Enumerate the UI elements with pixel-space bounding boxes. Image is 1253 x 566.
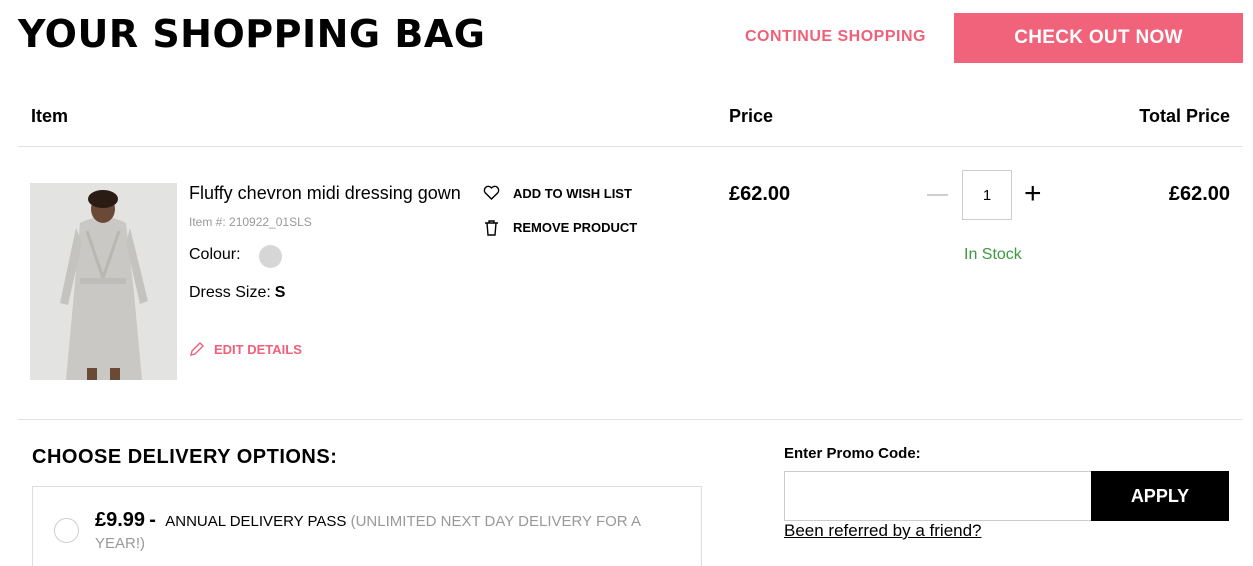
edit-details-label: EDIT DETAILS (214, 341, 302, 357)
quantity-increase-button[interactable]: + (1024, 177, 1042, 211)
total-price: £62.00 (1168, 183, 1230, 205)
heart-icon (483, 185, 500, 200)
colour-label: Colour: (189, 246, 241, 263)
header-divider (18, 146, 1243, 147)
column-header-item: Item (31, 106, 69, 126)
delivery-option-separator: - (149, 509, 156, 531)
check-out-button[interactable]: CHECK OUT NOW (954, 13, 1243, 63)
product-name[interactable]: Fluffy chevron midi dressing gown (189, 183, 461, 204)
dress-size: Dress Size: S (189, 284, 285, 302)
remove-product-button[interactable]: REMOVE PRODUCT (483, 219, 637, 236)
delivery-option-name: ANNUAL DELIVERY PASS (165, 513, 347, 530)
page-title: YOUR SHOPPING BAG (18, 12, 486, 56)
add-to-wish-list-label: ADD TO WISH LIST (513, 185, 632, 201)
delivery-option-price: £9.99 (95, 509, 146, 531)
unit-price: £62.00 (729, 183, 791, 205)
edit-details-link[interactable]: EDIT DETAILS (189, 341, 302, 357)
promo-code-label: Enter Promo Code: (784, 445, 921, 462)
quantity-decrease-button[interactable] (927, 194, 948, 196)
dress-size-label: Dress Size: (189, 284, 271, 301)
column-header-total-price: Total Price (1139, 106, 1230, 126)
product-sku: Item #: 210922_01SLS (189, 215, 312, 229)
quantity-input[interactable]: 1 (962, 170, 1012, 220)
product-photo-graphic (30, 183, 177, 380)
delivery-option-radio[interactable] (54, 518, 79, 543)
dress-size-value: S (274, 284, 286, 301)
continue-shopping-link[interactable]: CONTINUE SHOPPING (745, 28, 926, 46)
delivery-option-text: £9.99 - ANNUAL DELIVERY PASS (UNLIMITED … (95, 509, 655, 555)
delivery-option[interactable]: £9.99 - ANNUAL DELIVERY PASS (UNLIMITED … (32, 486, 702, 566)
add-to-wish-list-button[interactable]: ADD TO WISH LIST (483, 185, 632, 201)
promo-code-input[interactable] (784, 471, 1092, 521)
referred-by-friend-link[interactable]: Been referred by a friend? (784, 521, 982, 541)
trash-icon (485, 220, 498, 236)
column-header-price: Price (729, 106, 774, 126)
stock-status: In Stock (964, 246, 1022, 263)
delivery-options-title: CHOOSE DELIVERY OPTIONS: (32, 446, 338, 468)
product-image[interactable] (30, 183, 177, 380)
product-divider (18, 419, 1243, 420)
colour-swatch (259, 245, 282, 268)
pencil-icon (190, 342, 204, 356)
remove-product-label: REMOVE PRODUCT (513, 220, 638, 235)
apply-promo-button[interactable]: APPLY (1091, 471, 1229, 521)
